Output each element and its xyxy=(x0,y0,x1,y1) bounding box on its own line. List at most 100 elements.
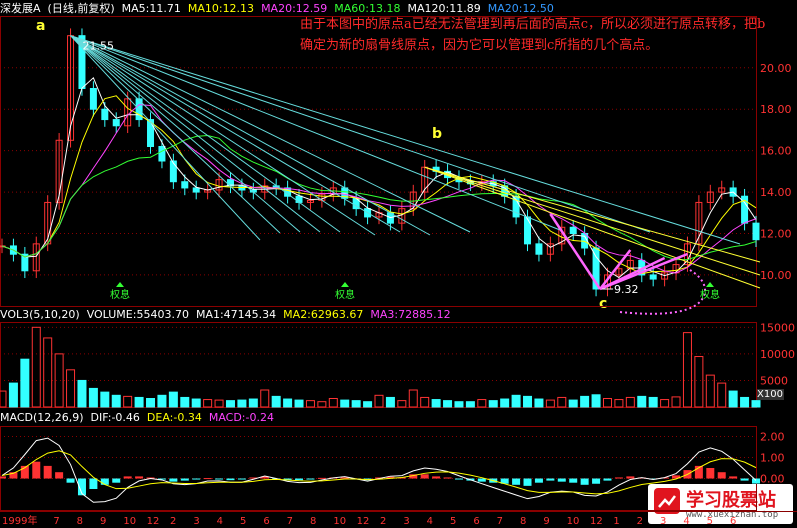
candle-body xyxy=(569,226,577,235)
volume-bar xyxy=(591,394,601,408)
date-label: 9 xyxy=(100,516,106,527)
volume-bar xyxy=(625,396,635,408)
volume-bar xyxy=(671,396,681,408)
date-label: 2 xyxy=(170,516,176,527)
volume-bar xyxy=(191,398,201,408)
date-label: 10 xyxy=(123,516,136,527)
date-label: 8 xyxy=(520,516,526,527)
macd-bar xyxy=(592,478,601,484)
volume-panel-frame xyxy=(0,322,757,408)
date-label: 8 xyxy=(310,516,316,527)
volume-bar xyxy=(637,395,647,408)
fan-line-a xyxy=(70,35,471,233)
fan-line-a xyxy=(70,35,401,233)
volume-bar xyxy=(146,398,156,408)
macd-bar xyxy=(580,478,589,485)
date-label: 8 xyxy=(77,516,83,527)
volume-bar xyxy=(614,399,624,408)
volume-bar xyxy=(351,400,361,408)
macd-bar xyxy=(729,476,738,479)
dif-line xyxy=(1,437,757,503)
macd-bar xyxy=(55,472,64,479)
volume-bar xyxy=(134,396,144,408)
date-label: 6 xyxy=(730,516,736,527)
volume-bar xyxy=(43,337,53,408)
price-tick-label: 10.00 xyxy=(760,269,792,282)
macd-bar xyxy=(135,476,144,479)
macd-bar xyxy=(752,478,760,484)
date-label: 10 xyxy=(333,516,346,527)
macd-bar xyxy=(717,472,726,479)
candle-body xyxy=(535,243,543,255)
volume-bar xyxy=(717,382,727,408)
fan-line-a xyxy=(70,35,341,233)
candle-body xyxy=(524,216,532,245)
macd-bar xyxy=(203,478,212,480)
volume-bar xyxy=(454,401,464,408)
date-label: 3 xyxy=(193,516,199,527)
macd-bar xyxy=(512,478,521,485)
volume-bar xyxy=(363,401,373,408)
date-label: 2 xyxy=(380,516,386,527)
macd-bar xyxy=(614,477,623,479)
candle-body xyxy=(169,160,177,183)
volume-bar xyxy=(648,396,658,408)
date-label: 12 xyxy=(147,516,160,527)
price-tick-label: 20.00 xyxy=(760,62,792,75)
volume-bar xyxy=(283,398,293,408)
volume-bar xyxy=(511,394,521,408)
macd-bar xyxy=(306,478,315,480)
fan-line-a xyxy=(70,35,561,231)
macd-bar xyxy=(100,478,109,485)
date-label: 5 xyxy=(240,516,246,527)
macd-bar xyxy=(0,476,6,479)
macd-bar xyxy=(569,478,578,483)
chart-window: { "header_price": { "name": "深发展A", "per… xyxy=(0,0,797,528)
volume-bar xyxy=(728,390,738,408)
volume-bar xyxy=(260,389,270,408)
candle-body xyxy=(158,146,166,162)
volume-bar xyxy=(328,398,338,408)
volume-bar xyxy=(77,379,87,408)
volume-bar xyxy=(168,391,178,408)
date-label: 12 xyxy=(590,516,603,527)
volume-bar xyxy=(20,358,30,408)
macd-bar xyxy=(603,478,612,481)
macd-bar xyxy=(523,478,532,486)
price-tick-label: 14.00 xyxy=(760,186,792,199)
macd-bar xyxy=(295,478,304,481)
date-label: 10 xyxy=(567,516,580,527)
candle-body xyxy=(112,119,120,127)
ma5-line xyxy=(1,76,757,279)
volume-bar xyxy=(180,396,190,408)
volume-bar xyxy=(660,399,670,408)
volume-bar xyxy=(465,401,475,408)
volume-bar xyxy=(751,400,761,408)
volume-bar xyxy=(705,374,715,408)
volume-bar xyxy=(305,400,315,408)
macd-bar xyxy=(169,478,178,482)
volume-bar xyxy=(477,399,487,408)
date-label: 5 xyxy=(707,516,713,527)
date-label: 9 xyxy=(543,516,549,527)
candle-body xyxy=(181,181,189,189)
date-label: 4 xyxy=(683,516,689,527)
volume-bar xyxy=(294,399,304,408)
volume-bar xyxy=(431,399,441,408)
volume-bar xyxy=(557,396,567,408)
high-price-label: 21.55 xyxy=(83,40,115,53)
date-label: 1 xyxy=(613,516,619,527)
low-price-label: 9.32 xyxy=(614,283,639,296)
event-marker-label: 权息 xyxy=(700,288,720,301)
volume-tick-label: 15000 xyxy=(760,321,795,334)
volume-bar xyxy=(31,326,41,408)
volume-bar xyxy=(271,395,281,408)
fan-line-a xyxy=(70,35,261,241)
volume-bar xyxy=(123,395,133,408)
macd-bar xyxy=(66,478,75,483)
macd-tick-label: 1.00 xyxy=(760,452,785,465)
event-marker-icon xyxy=(116,282,124,287)
event-marker-icon xyxy=(341,282,349,287)
volume-bar xyxy=(534,398,544,408)
volume-bar xyxy=(100,391,110,408)
